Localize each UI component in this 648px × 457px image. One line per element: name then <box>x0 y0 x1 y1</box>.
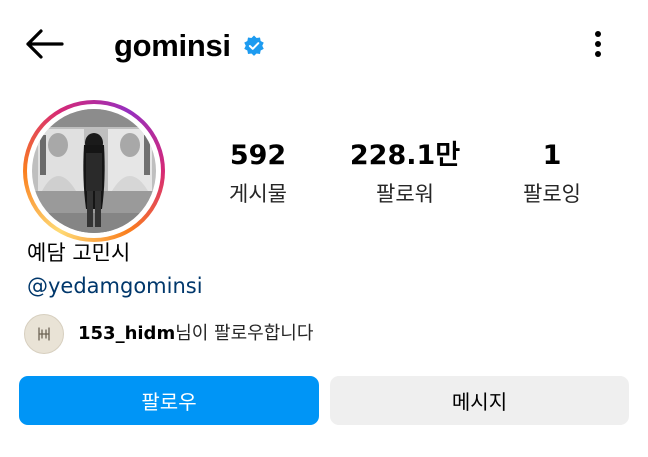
bio-mention-link[interactable]: @yedamgominsi <box>27 271 203 301</box>
followers-count-value: 228.1만 <box>349 140 461 171</box>
follower-avatar-logo <box>38 327 50 341</box>
username-header: gominsi <box>114 24 265 68</box>
message-button[interactable]: 메시지 <box>330 376 629 425</box>
following-count[interactable]: 1 팔로잉 <box>482 140 622 208</box>
followed-by-row[interactable]: 153_hidm님이 팔로우합니다 <box>24 314 313 354</box>
following-count-label: 팔로잉 <box>523 182 581 206</box>
display-name: 예담 고민시 <box>27 241 131 265</box>
followed-by-text: 153_hidm님이 팔로우합니다 <box>78 322 313 346</box>
posts-count-label: 게시물 <box>229 182 287 206</box>
username-title: gominsi <box>114 28 231 63</box>
profile-avatar <box>32 109 156 233</box>
avatar-gap <box>27 104 161 238</box>
more-options-button[interactable] <box>584 28 612 64</box>
followers-count-label: 팔로워 <box>376 182 434 206</box>
more-vertical-icon <box>594 30 602 62</box>
profile-header: gominsi <box>0 0 648 90</box>
follower-avatar <box>24 314 64 354</box>
followers-count[interactable]: 228.1만 팔로워 <box>335 140 475 208</box>
follow-button[interactable]: 팔로우 <box>19 376 319 425</box>
arrow-left-icon <box>24 28 64 64</box>
following-count-value: 1 <box>542 140 562 171</box>
follower-username[interactable]: 153_hidm <box>78 323 175 344</box>
followed-by-suffix: 님이 팔로우합니다 <box>175 323 314 344</box>
posts-count: 592 게시물 <box>188 140 328 208</box>
posts-count-value: 592 <box>229 140 287 171</box>
profile-avatar-ring[interactable] <box>23 100 165 242</box>
back-button[interactable] <box>22 28 66 64</box>
verified-badge-icon <box>243 35 265 57</box>
